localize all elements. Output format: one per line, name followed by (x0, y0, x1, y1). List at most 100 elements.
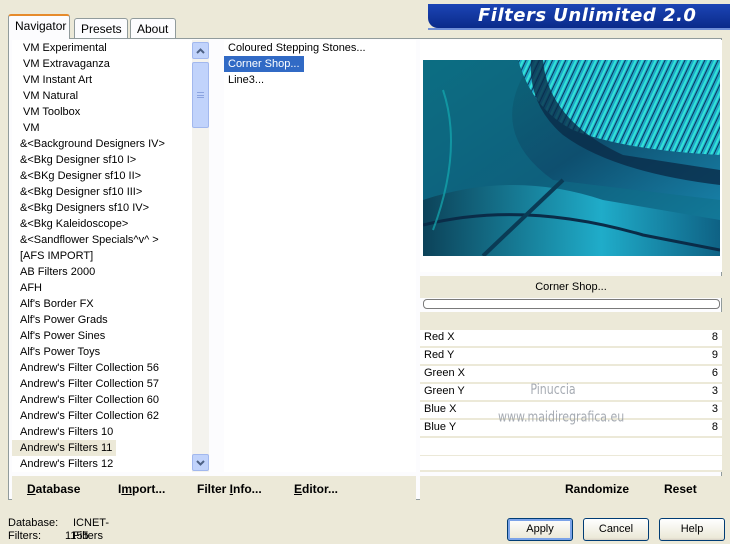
filter-item[interactable]: Coloured Stepping Stones... (224, 40, 416, 56)
cancel-button[interactable]: Cancel (583, 518, 649, 541)
watermark-url: www.maidiregrafica.eu (498, 409, 625, 426)
reset-button[interactable]: Reset (664, 482, 697, 496)
banner-underline (428, 28, 730, 30)
grip-icon (197, 92, 204, 98)
param-label: Red Y (424, 349, 455, 361)
category-item-label: Andrew's Filters 10 (20, 426, 114, 438)
help-button[interactable]: Help (659, 518, 725, 541)
filters-status-label: Filters: (8, 530, 41, 542)
category-item[interactable]: Alf's Power Toys (12, 344, 192, 360)
category-item[interactable]: Andrew's Filters 11 (12, 440, 192, 456)
param-row-red-x[interactable]: Red X 8 (420, 330, 722, 347)
category-item-label: VM Extravaganza (23, 58, 110, 70)
category-item[interactable]: &<Bkg Designers sf10 IV> (12, 200, 192, 216)
category-item-label: Andrew's Filter Collection 57 (20, 378, 160, 390)
randomize-button[interactable]: Randomize (565, 482, 629, 496)
category-item[interactable]: Andrew's Filter Collection 56 (12, 360, 192, 376)
param-row-red-y[interactable]: Red Y 9 (420, 348, 722, 365)
import-button-label: port... (132, 482, 166, 496)
category-item[interactable]: &<Background Designers IV> (12, 136, 192, 152)
category-item-label: &<Bkg Designer sf10 III> (20, 186, 143, 198)
param-value: 3 (711, 403, 718, 415)
param-row-empty (420, 456, 722, 470)
preview-image (423, 60, 720, 256)
category-item[interactable]: Andrew's Filter Collection 60 (12, 392, 192, 408)
category-item-label: Andrew's Filters 11 (12, 440, 117, 456)
category-item[interactable]: VM Toolbox (12, 104, 192, 120)
filter-info-button-label: nfo... (233, 482, 262, 496)
category-item[interactable]: &<Bkg Designer sf10 I> (12, 152, 192, 168)
database-button-accel: D (27, 482, 36, 496)
scroll-down-button[interactable] (192, 454, 209, 471)
category-item[interactable]: VM Natural (12, 88, 192, 104)
import-button[interactable]: Import... (118, 482, 165, 496)
filter-info-button-pre: Filter (197, 482, 230, 496)
category-item[interactable]: AB Filters 2000 (12, 264, 192, 280)
category-item[interactable]: &<Bkg Kaleidoscope> (12, 216, 192, 232)
category-item[interactable]: Andrew's Filters 10 (12, 424, 192, 440)
filter-item-label: Corner Shop... (224, 56, 304, 72)
category-scrollbar[interactable] (192, 40, 209, 472)
param-value: 8 (711, 331, 718, 343)
watermark-name: Pinuccia (530, 381, 576, 398)
category-item[interactable]: [AFS IMPORT] (12, 248, 192, 264)
category-item[interactable]: Andrew's Filters 12 (12, 456, 192, 472)
category-item[interactable]: VM Instant Art (12, 72, 192, 88)
category-item-label: &<Sandflower Specials^v^ > (20, 234, 159, 246)
tab-navigator[interactable]: Navigator (8, 14, 70, 39)
category-item[interactable]: &<Bkg Designer sf10 III> (12, 184, 192, 200)
category-item-label: Andrew's Filter Collection 62 (20, 410, 160, 422)
title-banner: Filters Unlimited 2.0 (428, 4, 730, 28)
banner-title: Filters Unlimited 2.0 (478, 5, 697, 26)
editor-button[interactable]: Editor... (294, 482, 338, 496)
category-item-label: Alf's Border FX (20, 298, 94, 310)
filters-status-value: 1155 (65, 530, 89, 542)
filter-item[interactable]: Corner Shop... (224, 56, 416, 72)
database-status-label: Database: (8, 517, 59, 529)
param-label: Blue Y (424, 421, 457, 433)
category-item[interactable]: Alf's Power Grads (12, 312, 192, 328)
scroll-up-button[interactable] (192, 42, 209, 59)
filter-item[interactable]: Line3... (224, 72, 416, 88)
current-filter-name: Corner Shop... (420, 276, 722, 298)
category-item[interactable]: VM Extravaganza (12, 56, 192, 72)
category-item-label: &<BKg Designer sf10 II> (20, 170, 142, 182)
category-item-label: Andrew's Filter Collection 60 (20, 394, 160, 406)
category-item-label: Andrew's Filter Collection 56 (20, 362, 160, 374)
scroll-thumb[interactable] (192, 62, 209, 128)
param-label: Red X (424, 331, 455, 343)
category-item[interactable]: &<Sandflower Specials^v^ > (12, 232, 192, 248)
editor-button-accel: E (294, 482, 303, 496)
category-item[interactable]: Alf's Border FX (12, 296, 192, 312)
param-value: 9 (711, 349, 718, 361)
filter-item-label: Line3... (228, 74, 265, 86)
filter-info-button[interactable]: Filter Info... (197, 482, 262, 496)
filter-list[interactable]: Coloured Stepping Stones... Corner Shop..… (224, 40, 416, 472)
apply-button[interactable]: Apply (507, 518, 573, 541)
tab-presets[interactable]: Presets (74, 18, 128, 38)
category-item[interactable]: Alf's Power Sines (12, 328, 192, 344)
category-item-label: Alf's Power Grads (20, 314, 108, 326)
category-item[interactable]: AFH (12, 280, 192, 296)
category-item-label: VM Experimental (23, 42, 107, 54)
category-item-label: &<Bkg Kaleidoscope> (20, 218, 129, 230)
right-action-bar: Randomize Reset (420, 476, 722, 502)
editor-button-label: ditor... (302, 482, 339, 496)
category-item[interactable]: Andrew's Filter Collection 62 (12, 408, 192, 424)
category-list[interactable]: VM Experimental VM Extravaganza VM Instant… (12, 40, 192, 472)
watermark: Pinuccia www.maidiregrafica.eu (498, 377, 625, 432)
category-item-label: VM Instant Art (23, 74, 93, 86)
left-action-bar: Database Import... Filter Info... Editor… (12, 476, 416, 502)
category-item[interactable]: VM (12, 120, 192, 136)
category-item[interactable]: Andrew's Filter Collection 57 (12, 376, 192, 392)
param-label: Green X (424, 367, 465, 379)
category-item[interactable]: &<BKg Designer sf10 II> (12, 168, 192, 184)
database-button[interactable]: Database (27, 482, 80, 496)
param-value: 6 (711, 367, 718, 379)
category-item-label: Andrew's Filters 12 (20, 458, 114, 470)
chevron-down-icon (196, 459, 205, 466)
category-item[interactable]: VM Experimental (12, 40, 192, 56)
category-item-label: &<Background Designers IV> (20, 138, 165, 150)
tab-about[interactable]: About (130, 18, 176, 38)
category-item-label: Alf's Power Toys (20, 346, 101, 358)
